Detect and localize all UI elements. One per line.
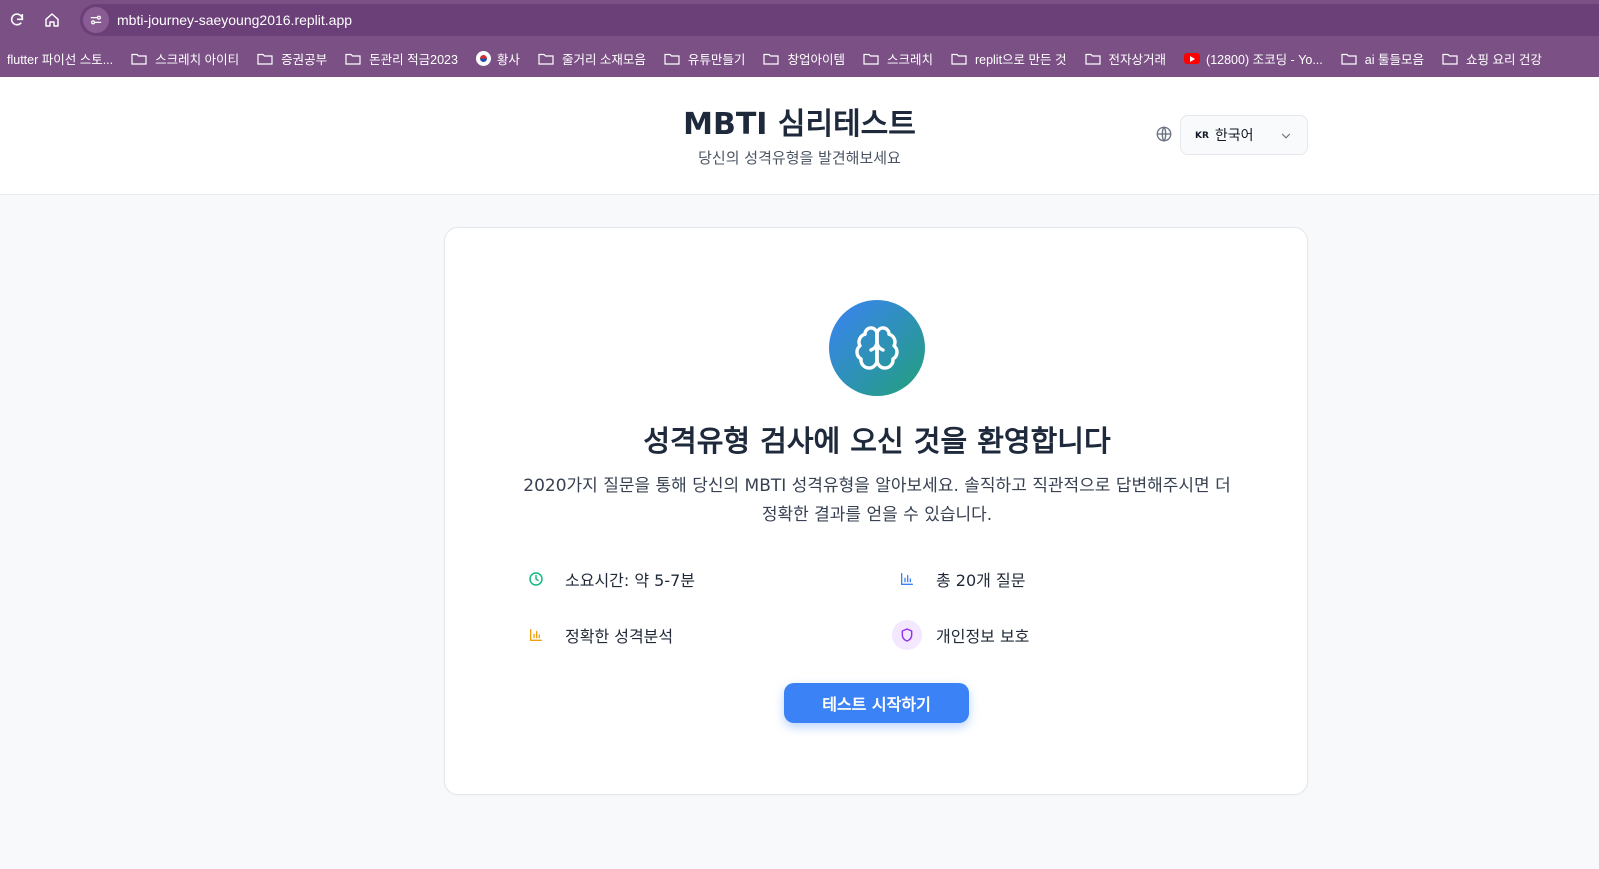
bookmark-item[interactable]: replit으로 만든 것 xyxy=(951,49,1067,68)
brain-icon xyxy=(829,300,925,396)
folder-icon xyxy=(664,52,688,65)
feature-privacy: 개인정보 보호 xyxy=(892,620,1029,650)
url-bar[interactable]: mbti-journey-saeyoung2016.replit.app xyxy=(80,4,1599,36)
bookmark-item[interactable]: 돈관리 적금2023 xyxy=(345,49,458,68)
bookmark-label: 전자상거래 xyxy=(1108,53,1167,67)
url-text[interactable]: mbti-journey-saeyoung2016.replit.app xyxy=(117,12,352,28)
feature-label: 총 20개 질문 xyxy=(936,571,1026,590)
feature-question-count: 총 20개 질문 xyxy=(892,564,1025,594)
bookmark-label: 스크레치 xyxy=(886,53,933,67)
bookmark-item[interactable]: ai 툴들모음 xyxy=(1341,49,1424,68)
bookmark-item[interactable]: 줄거리 소재모음 xyxy=(538,49,646,68)
bookmark-item[interactable]: 황사 xyxy=(475,49,520,68)
bookmark-item[interactable]: 창업아이템 xyxy=(763,49,845,68)
bookmark-label: flutter 파이선 스토... xyxy=(7,53,114,67)
bookmark-label: 황사 xyxy=(496,53,520,67)
bookmark-label: (12800) 조코딩 - Yo... xyxy=(1206,53,1323,67)
bookmark-label: replit으로 만든 것 xyxy=(974,53,1067,67)
bookmark-label: 창업아이템 xyxy=(787,53,845,67)
page-subtitle: 당신의 성격유형을 발견해보세요 xyxy=(698,149,901,167)
bookmark-label: 줄거리 소재모음 xyxy=(561,53,646,67)
folder-icon xyxy=(345,52,369,65)
welcome-heading: 성격유형 검사에 오신 것을 환영합니다 xyxy=(643,424,1111,458)
bookmark-label: 쇼핑 요리 건강 xyxy=(1465,53,1542,67)
feature-label: 정확한 성격분석 xyxy=(565,627,674,646)
clock-icon xyxy=(521,564,551,594)
bookmark-item[interactable]: 전자상거래 xyxy=(1084,49,1167,68)
start-test-button[interactable]: 테스트 시작하기 xyxy=(784,683,969,723)
language-code: KR xyxy=(1195,131,1209,141)
bar-chart-icon xyxy=(892,564,922,594)
welcome-description: 2020가지 질문을 통해 당신의 MBTI 성격유형을 알아보세요. 솔직하고… xyxy=(523,476,1231,525)
bookmark-item[interactable]: (12800) 조코딩 - Yo... xyxy=(1184,49,1323,68)
youtube-icon xyxy=(1184,53,1201,64)
folder-icon xyxy=(1341,52,1365,65)
home-icon[interactable] xyxy=(40,8,64,32)
welcome-card: 성격유형 검사에 오신 것을 환영합니다 2020가지 질문을 통해 당신의 M… xyxy=(444,227,1308,795)
bookmark-item[interactable]: 스크레치 xyxy=(863,49,933,68)
folder-icon xyxy=(863,52,887,65)
bookmark-item[interactable]: 유튜만들기 xyxy=(664,49,746,68)
bookmarks-bar: flutter 파이선 스토... 스크레치 아이티 증권공부 돈관리 적금2023 황… xyxy=(0,40,1599,77)
folder-icon xyxy=(131,52,155,65)
feature-accuracy: 정확한 성격분석 xyxy=(521,620,673,650)
bar-chart-icon xyxy=(521,620,551,650)
app-header: MBTI 심리테스트 당신의 성격유형을 발견해보세요 KR 한국어 xyxy=(0,77,1599,195)
globe-icon xyxy=(1155,125,1173,143)
bookmark-label: 증권공부 xyxy=(281,53,328,67)
bookmark-label: 스크레치 아이티 xyxy=(155,53,240,67)
language-label: 한국어 xyxy=(1214,128,1254,144)
shield-icon xyxy=(892,620,922,650)
reload-icon[interactable] xyxy=(5,8,29,32)
folder-icon xyxy=(1084,52,1109,65)
folder-icon xyxy=(1442,52,1466,65)
chevron-down-icon xyxy=(1281,133,1291,139)
bookmark-item[interactable]: flutter 파이선 스토... xyxy=(7,49,113,68)
bookmark-label: 돈관리 적금2023 xyxy=(369,53,458,67)
bookmark-label: 유튜만들기 xyxy=(687,53,746,67)
feature-label: 소요시간: 약 5-7분 xyxy=(565,571,696,590)
browser-address-bar: mbti-journey-saeyoung2016.replit.app xyxy=(0,0,1599,40)
bookmark-item[interactable]: 스크레치 아이티 xyxy=(131,49,239,68)
bookmark-item[interactable]: 증권공부 xyxy=(257,49,327,68)
site-info-icon[interactable] xyxy=(83,7,109,33)
feature-label: 개인정보 보호 xyxy=(936,627,1030,646)
bookmark-label: ai 툴들모음 xyxy=(1364,53,1424,67)
language-select[interactable]: KR 한국어 xyxy=(1180,115,1308,155)
page-title: MBTI 심리테스트 xyxy=(683,107,916,142)
feature-duration: 소요시간: 약 5-7분 xyxy=(521,564,695,594)
folder-icon xyxy=(763,52,787,65)
folder-icon xyxy=(951,52,975,65)
korea-flag-icon xyxy=(475,51,491,66)
folder-icon xyxy=(257,52,281,65)
folder-icon xyxy=(538,52,562,65)
bookmark-item[interactable]: 쇼핑 요리 건강 xyxy=(1442,49,1542,68)
